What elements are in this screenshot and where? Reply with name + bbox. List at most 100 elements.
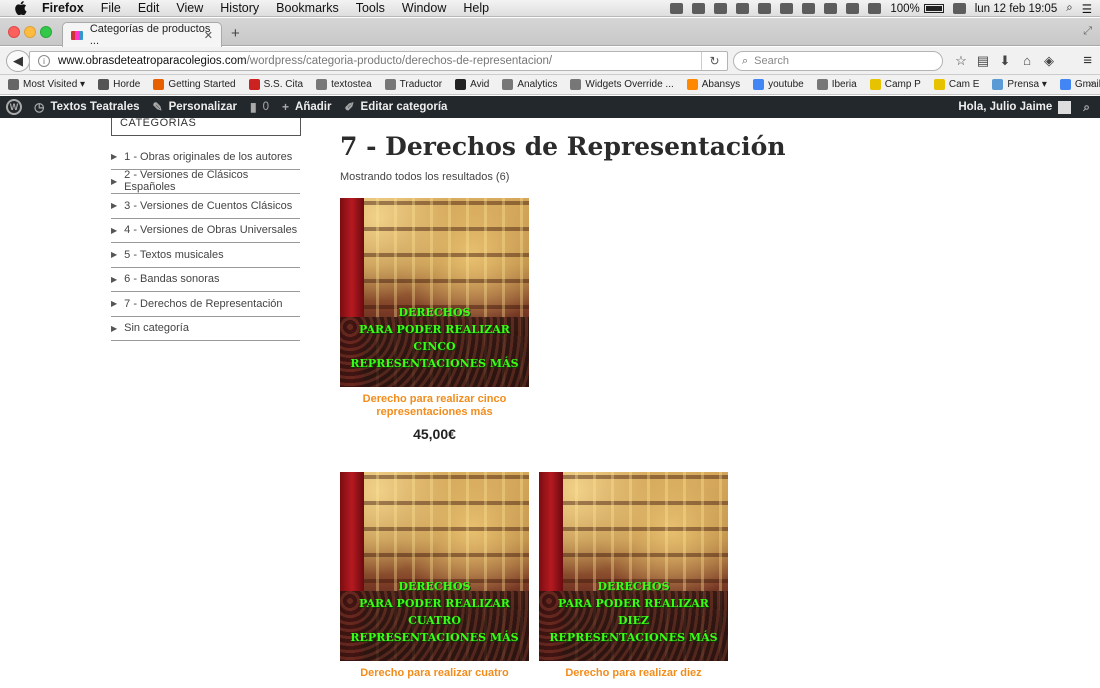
bookmark-item[interactable]: Avid	[455, 79, 489, 90]
battery-percent: 100%	[890, 2, 920, 15]
wp-customize[interactable]: ✎ Personalizar	[153, 100, 237, 114]
wp-comments[interactable]: ▮ 0	[250, 100, 269, 114]
bookmark-item[interactable]: textostea	[316, 79, 372, 90]
bookmark-item[interactable]: Getting Started	[153, 79, 236, 90]
battery-icon[interactable]	[923, 4, 944, 13]
product-image[interactable]: DERECHOS PARA PODER REALIZAR CINCO REPRE…	[340, 198, 529, 387]
product-name-link[interactable]: Derecho para realizar cuatro	[340, 667, 529, 680]
menu-file[interactable]: File	[101, 1, 121, 15]
bookmark-favicon-icon	[316, 79, 328, 90]
site-info-icon[interactable]: i	[38, 55, 50, 67]
pocket-icon[interactable]: ◈	[1038, 53, 1060, 69]
shield-icon[interactable]	[758, 3, 772, 14]
wp-edit-label: Editar categoría	[360, 101, 448, 113]
bookmark-item[interactable]: youtube	[753, 79, 804, 90]
menu-view[interactable]: View	[176, 1, 203, 15]
product-image[interactable]: DERECHOS PARA PODER REALIZAR CUATRO REPR…	[340, 472, 529, 661]
product-name-link[interactable]: Derecho para realizar diez	[539, 667, 728, 680]
wordpress-logo-icon[interactable]: W	[6, 99, 22, 115]
window-zoom-button[interactable]	[40, 26, 52, 38]
new-tab-button[interactable]: +	[231, 25, 240, 42]
bookmark-item[interactable]: Horde	[98, 79, 140, 90]
bookmark-item[interactable]: Analytics	[502, 79, 557, 90]
menu-tools[interactable]: Tools	[356, 1, 385, 15]
bookmarks-overflow-icon[interactable]: »	[1088, 78, 1094, 90]
home-icon[interactable]: ⌂	[1016, 53, 1038, 69]
wp-add-new-label: Añadir	[295, 101, 332, 113]
menu-bookmarks[interactable]: Bookmarks	[276, 1, 339, 15]
volume-icon[interactable]	[868, 3, 882, 14]
fullscreen-icon[interactable]: ⤢	[1083, 25, 1092, 38]
bookmark-item[interactable]: Iberia	[816, 79, 857, 90]
category-label: Sin categoría	[124, 322, 189, 335]
category-item[interactable]: ▶ 1 - Obras originales de los autores	[111, 145, 300, 170]
bookmark-item[interactable]: Most Visited ▾	[8, 79, 85, 90]
wp-edit-category[interactable]: ✐ Editar categoría	[344, 100, 447, 114]
dropbox-icon[interactable]	[692, 3, 706, 14]
menu-window[interactable]: Window	[402, 1, 446, 15]
category-item[interactable]: ▶ Sin categoría	[111, 317, 300, 341]
search-icon: ⌕	[742, 54, 749, 67]
product-card: DERECHOS PARA PODER REALIZAR CINCO REPRE…	[340, 198, 529, 442]
wp-add-new[interactable]: + Añadir	[282, 100, 331, 114]
category-item[interactable]: ▶ 4 - Versiones de Obras Universales	[111, 219, 300, 243]
cloud-icon[interactable]	[670, 3, 684, 14]
bookmark-favicon-icon	[1059, 79, 1071, 90]
active-tab[interactable]: Categorías de productos ... ✕	[62, 22, 222, 47]
category-item[interactable]: ▶ 7 - Derechos de Representación	[111, 292, 300, 317]
bookmark-favicon-icon	[455, 79, 467, 90]
spotlight-icon[interactable]: ⌕	[1066, 2, 1072, 15]
bookmark-item[interactable]: Abansys	[686, 79, 740, 90]
wp-site-name[interactable]: ◷ Textos Teatrales	[34, 100, 140, 114]
bookmark-star-icon[interactable]: ☆	[950, 53, 972, 69]
url-bar[interactable]: i www.obrasdeteatroparacolegios.com/word…	[29, 51, 728, 71]
window-close-button[interactable]	[8, 26, 20, 38]
wp-search-icon[interactable]: ⌕	[1083, 100, 1090, 115]
category-item[interactable]: ▶ 6 - Bandas sonoras	[111, 268, 300, 292]
wp-account[interactable]: Hola, Julio Jaime ⌕	[958, 96, 1090, 118]
notification-center-icon[interactable]: ☰	[1082, 2, 1092, 16]
category-item[interactable]: ▶ 3 - Versiones de Cuentos Clásicos	[111, 194, 300, 219]
time-machine-icon[interactable]	[802, 3, 816, 14]
caption-line: DIEZ	[617, 614, 650, 627]
category-item[interactable]: ▶ 2 - Versiones de Clásicos Españoles	[111, 169, 300, 194]
menu-firefox[interactable]: Firefox	[42, 1, 84, 15]
bookmark-item[interactable]: S.S. Cita	[248, 79, 303, 90]
menu-history[interactable]: History	[220, 1, 259, 15]
page-title: 7 - Derechos de Representación	[340, 132, 786, 161]
bookmark-favicon-icon	[153, 79, 165, 90]
bookmark-favicon-icon	[570, 79, 582, 90]
menu-edit[interactable]: Edit	[138, 1, 160, 15]
bookmark-favicon-icon	[248, 79, 260, 90]
downloads-icon[interactable]: ⬇	[994, 53, 1016, 69]
window-minimize-button[interactable]	[24, 26, 36, 38]
close-circle-icon[interactable]	[736, 3, 750, 14]
reading-list-icon[interactable]: ▤	[972, 53, 994, 69]
tab-close-icon[interactable]: ✕	[204, 29, 213, 42]
bookmark-item[interactable]: Camp P	[869, 79, 921, 90]
back-button[interactable]: ◀	[6, 50, 30, 72]
bookmark-item[interactable]: Traductor	[384, 79, 442, 90]
product-image[interactable]: DERECHOS PARA PODER REALIZAR DIEZ REPRES…	[539, 472, 728, 661]
product-name-link[interactable]: Derecho para realizar cinco representaci…	[340, 393, 529, 419]
category-item[interactable]: ▶ 5 - Textos musicales	[111, 243, 300, 268]
phone-icon[interactable]	[780, 3, 794, 14]
hamburger-menu-icon[interactable]: ≡	[1083, 52, 1092, 69]
wifi-icon[interactable]	[846, 3, 860, 14]
bluetooth-icon[interactable]	[824, 3, 838, 14]
category-label: 3 - Versiones de Cuentos Clásicos	[124, 199, 293, 212]
clock[interactable]: lun 12 feb 19:05	[975, 3, 1058, 15]
bookmark-item[interactable]: Widgets Override ...	[570, 79, 674, 90]
menu-help[interactable]: Help	[463, 1, 489, 15]
bookmark-item[interactable]: Cam E	[933, 79, 979, 90]
reload-icon[interactable]: ↻	[701, 52, 727, 70]
bookmark-label: Most Visited ▾	[23, 79, 86, 90]
apple-icon[interactable]	[14, 1, 28, 15]
keyboard-icon[interactable]	[952, 3, 966, 14]
tab-title: Categorías de productos ...	[89, 23, 211, 47]
upload-icon[interactable]	[714, 3, 728, 14]
search-input[interactable]: ⌕ Search	[733, 51, 943, 71]
bookmark-item[interactable]: Prensa ▾	[992, 79, 1047, 90]
caption-line: CINCO	[413, 340, 456, 353]
bookmark-label: Iberia	[831, 79, 857, 90]
